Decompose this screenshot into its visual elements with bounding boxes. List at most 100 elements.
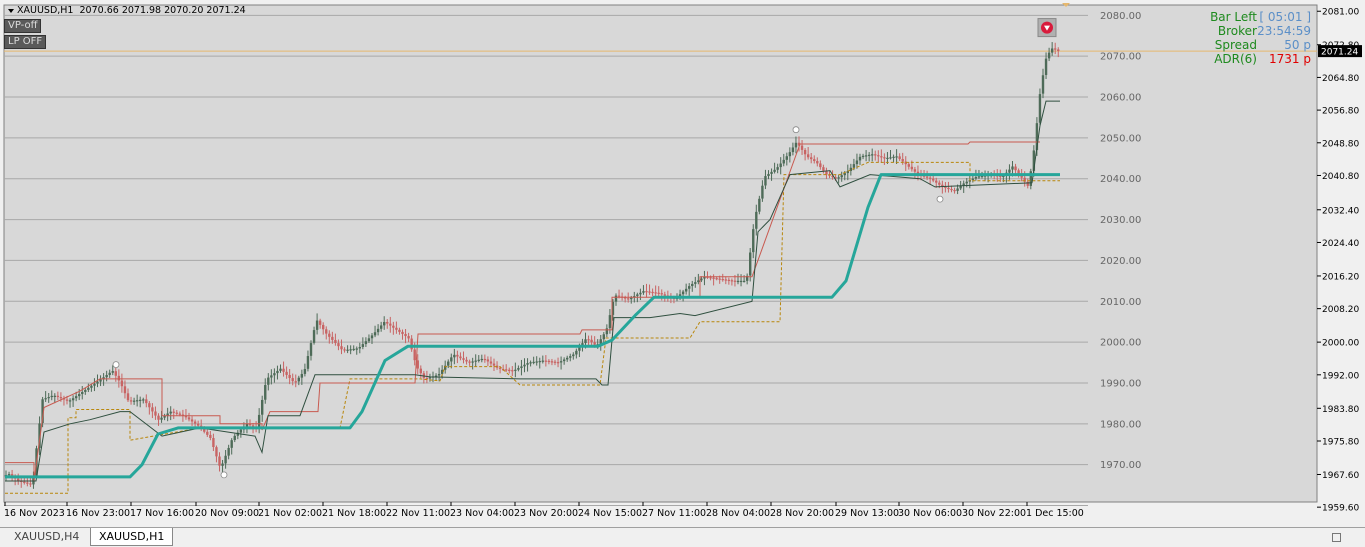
candle-body (776, 167, 779, 170)
candle-body (364, 341, 368, 345)
candle-body (1050, 48, 1054, 53)
candle-body (520, 366, 523, 369)
candle-body (99, 379, 102, 382)
candle-body (788, 152, 792, 157)
chart-area[interactable]: 2080.00 2070.00 2060.00 2050.00 2040.00 2030.… (0, 0, 1365, 520)
candle-body (267, 377, 270, 385)
candle-body (1054, 48, 1057, 50)
candle-body (526, 363, 529, 365)
symbol-tabs: XAUUSD,H4 XAUUSD,H1 (0, 527, 1365, 547)
candle-body (803, 149, 807, 155)
candle-body (154, 411, 157, 416)
price-chart[interactable]: 2080.00 2070.00 2060.00 2050.00 2040.00 2030.… (0, 0, 1365, 520)
candle-body (584, 339, 587, 344)
candle-body (694, 282, 697, 284)
candle-body (517, 368, 520, 370)
bar-left-value: [ 05:01 ] (1259, 10, 1311, 24)
candle-body (837, 177, 840, 179)
candle-body (724, 279, 727, 281)
candle-body (401, 331, 404, 334)
tab-xauusd-h4[interactable]: XAUUSD,H4 (6, 528, 87, 545)
candle-body (822, 167, 825, 171)
candle-body (303, 369, 307, 374)
candle-body (233, 435, 236, 441)
candle-body (913, 169, 917, 172)
candle-body (587, 339, 590, 341)
candle-body (569, 356, 572, 358)
candle-body (221, 463, 224, 466)
candle-body (511, 370, 514, 372)
candle-body (532, 361, 535, 364)
axis-tick-label: 2048.80 (1322, 139, 1359, 149)
lp-off-button[interactable]: LP OFF (4, 35, 47, 49)
candle-body (712, 277, 715, 279)
candle-body (407, 336, 410, 339)
candle-body (71, 398, 75, 401)
candle-body (816, 161, 819, 164)
axis-tick-label: 2056.80 (1322, 107, 1359, 117)
price-level-label: 2000.00 (1100, 338, 1141, 349)
swing-point-marker (792, 126, 800, 134)
candle-body (505, 369, 508, 371)
candle-body (416, 360, 419, 369)
candle-body (858, 156, 862, 161)
candle-body (111, 371, 114, 373)
candle-body (160, 417, 163, 420)
candle-body (910, 166, 914, 170)
candle-body (889, 157, 892, 159)
x-axis-label: 17 Nov 16:00 (130, 508, 194, 519)
scroll-end-icon[interactable] (1332, 533, 1341, 542)
candle-body (145, 399, 148, 404)
candle-body (782, 159, 785, 164)
dropdown-triangle-icon[interactable] (8, 8, 14, 13)
swing-point-marker (112, 361, 120, 368)
candle-body (810, 157, 813, 160)
candle-body (437, 373, 441, 376)
candle-body (736, 280, 740, 283)
candle-body (334, 339, 337, 344)
candle-body (715, 278, 718, 280)
candle-body (96, 381, 99, 384)
candle-body (139, 399, 142, 401)
candle-body (117, 375, 121, 381)
candle-body (642, 291, 645, 293)
candle-body (230, 440, 233, 448)
x-axis-label: 16 Nov 23:00 (66, 508, 130, 519)
candle-body (535, 361, 538, 363)
candle-body (553, 361, 557, 363)
price-level-label: 1980.00 (1100, 419, 1141, 430)
axis-tick-label: 2040.80 (1322, 172, 1359, 182)
candle-body (148, 403, 151, 408)
candle-body (78, 394, 81, 397)
candle-body (428, 377, 432, 379)
candle-body (779, 163, 782, 168)
candle-body (864, 155, 868, 157)
candle-body (343, 349, 346, 351)
candle-body (791, 147, 795, 153)
candle-body (346, 349, 349, 351)
x-axis-label: 28 Nov 04:00 (706, 508, 770, 519)
candle-body (108, 372, 111, 375)
axis-tick-label: 1967.60 (1322, 471, 1359, 481)
candle-body (398, 329, 401, 332)
candle-body (450, 357, 453, 362)
candle-body (785, 156, 788, 160)
price-level-label: 2020.00 (1100, 256, 1141, 267)
axis-tick-label: 1975.80 (1322, 437, 1359, 447)
candle-body (749, 252, 752, 276)
price-level-label: 2080.00 (1100, 11, 1141, 22)
candle-body (169, 411, 172, 414)
tab-xauusd-h1[interactable]: XAUUSD,H1 (90, 528, 174, 546)
candle-body (663, 294, 666, 296)
candle-body (730, 280, 734, 282)
vp-off-button[interactable]: VP-off (4, 19, 42, 33)
candle-body (105, 374, 108, 378)
candle-body (379, 325, 383, 329)
candle-body (523, 364, 526, 367)
candle-body (971, 178, 975, 181)
x-axis-label: 23 Nov 20:00 (514, 508, 578, 519)
candle-body (419, 368, 422, 374)
candle-body (68, 400, 72, 402)
candle-body (721, 278, 724, 281)
candle-body (322, 324, 325, 330)
